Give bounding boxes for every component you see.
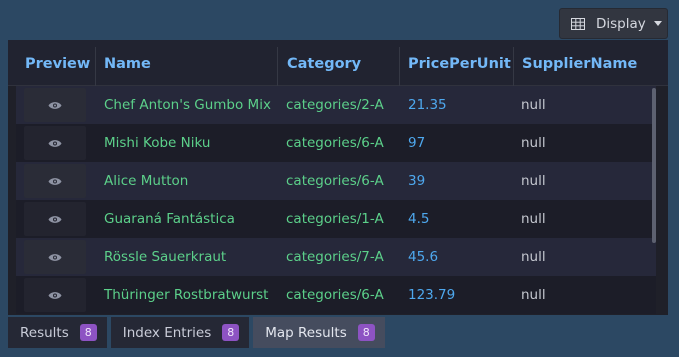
cell-name: Chef Anton's Gumbo Mix — [104, 97, 271, 113]
cell-category: categories/1-A — [286, 211, 384, 227]
tab-label: Index Entries — [122, 324, 212, 341]
cell-category: categories/6-A — [286, 135, 384, 151]
column-header-category[interactable]: Category — [278, 40, 361, 85]
table-grid-icon — [571, 17, 585, 30]
tab-map-results[interactable]: Map Results 8 — [253, 317, 385, 348]
count-badge: 8 — [79, 324, 97, 341]
table-row[interactable]: Rössle Sauerkraut categories/7-A 45.6 nu… — [16, 238, 656, 276]
preview-button[interactable] — [24, 88, 86, 122]
tab-label: Results — [20, 324, 69, 341]
table-row[interactable]: Alice Mutton categories/6-A 39 null — [16, 162, 656, 200]
tab-label: Map Results — [265, 324, 347, 341]
results-tabs: Results 8 Index Entries 8 Map Results 8 — [8, 317, 389, 348]
caret-down-icon — [653, 21, 662, 26]
vertical-scrollbar[interactable] — [652, 88, 656, 243]
cell-price: 45.6 — [408, 249, 439, 265]
column-header-price[interactable]: PricePerUnit — [399, 40, 511, 85]
cell-price: 21.35 — [408, 97, 447, 113]
cell-name: Guaraná Fantástica — [104, 211, 235, 227]
cell-supplier: null — [521, 135, 546, 151]
column-header-supplier[interactable]: SupplierName — [513, 40, 637, 85]
cell-category: categories/6-A — [286, 287, 384, 303]
count-badge: 8 — [357, 324, 375, 341]
cell-supplier: null — [521, 287, 546, 303]
cell-category: categories/2-A — [286, 97, 384, 113]
results-grid: Preview Name Category PricePerUnit Suppl… — [8, 40, 668, 315]
eye-icon — [48, 291, 62, 299]
tab-results[interactable]: Results 8 — [8, 317, 107, 348]
table-row[interactable]: Guaraná Fantástica categories/1-A 4.5 nu… — [16, 200, 656, 238]
cell-name: Rössle Sauerkraut — [104, 249, 227, 265]
display-button-label: Display — [596, 15, 646, 32]
table-row[interactable]: Chef Anton's Gumbo Mix categories/2-A 21… — [16, 86, 656, 124]
cell-price: 97 — [408, 135, 426, 151]
column-header-name[interactable]: Name — [95, 40, 151, 85]
cell-category: categories/7-A — [286, 249, 384, 265]
cell-supplier: null — [521, 211, 546, 227]
eye-icon — [48, 253, 62, 261]
cell-supplier: null — [521, 173, 546, 189]
grid-header: Preview Name Category PricePerUnit Suppl… — [8, 40, 668, 86]
cell-supplier: null — [521, 249, 546, 265]
cell-category: categories/6-A — [286, 173, 384, 189]
preview-button[interactable] — [24, 278, 86, 312]
cell-supplier: null — [521, 97, 546, 113]
tab-index-entries[interactable]: Index Entries 8 — [110, 317, 250, 348]
eye-icon — [48, 139, 62, 147]
table-row[interactable]: Thüringer Rostbratwurst categories/6-A 1… — [16, 276, 656, 314]
count-badge: 8 — [222, 324, 240, 341]
table-row[interactable]: Mishi Kobe Niku categories/6-A 97 null — [16, 124, 656, 162]
preview-button[interactable] — [24, 126, 86, 160]
eye-icon — [48, 101, 62, 109]
cell-price: 39 — [408, 173, 426, 189]
column-header-preview[interactable]: Preview — [16, 40, 90, 85]
cell-name: Alice Mutton — [104, 173, 189, 189]
eye-icon — [48, 215, 62, 223]
cell-name: Thüringer Rostbratwurst — [104, 287, 269, 303]
display-dropdown-button[interactable]: Display — [559, 8, 668, 39]
preview-button[interactable] — [24, 164, 86, 198]
preview-button[interactable] — [24, 202, 86, 236]
cell-name: Mishi Kobe Niku — [104, 135, 211, 151]
eye-icon — [48, 177, 62, 185]
cell-price: 4.5 — [408, 211, 430, 227]
preview-button[interactable] — [24, 240, 86, 274]
cell-price: 123.79 — [408, 287, 456, 303]
